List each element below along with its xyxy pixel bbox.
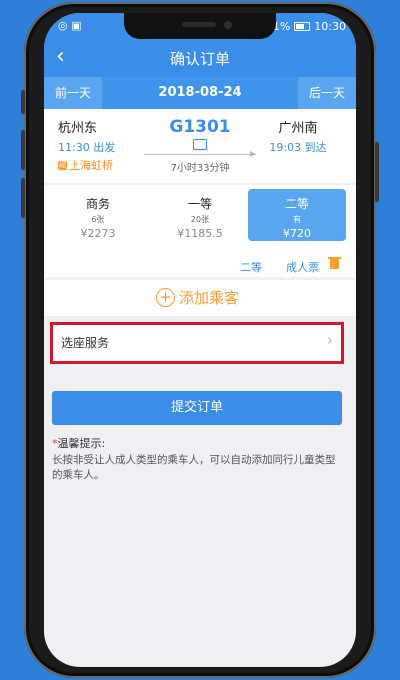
- ticket-icon: [193, 139, 207, 150]
- volume-down-button: [21, 178, 25, 218]
- seat-option-first[interactable]: 一等 20张 ¥1185.5: [152, 189, 248, 241]
- tips-title-text: 温馨提示:: [57, 437, 106, 450]
- seat-option-business[interactable]: 商务 6张 ¥2273: [50, 189, 146, 241]
- arrival-station: 广州南: [278, 121, 318, 136]
- seat-count: 有: [293, 215, 301, 224]
- passenger-row: 二等 成人票: [44, 255, 356, 277]
- volume-up-button: [21, 130, 25, 170]
- seat-option-second[interactable]: 二等 有 ¥720: [248, 189, 346, 241]
- seat-service-row[interactable]: 选座服务 ›: [50, 322, 344, 364]
- plus-circle-icon: +: [156, 288, 175, 307]
- travel-duration: 7小时33分钟: [170, 163, 230, 174]
- tips-title: *温馨提示:: [52, 435, 105, 451]
- speaker-grille: [182, 22, 216, 27]
- app-screen: ◎ ▣ 71% 10:30 ‹ 确认订单 前一天 2018-08-24 后一天 …: [44, 13, 356, 667]
- seat-name: 二等: [284, 197, 309, 211]
- seat-service-label: 选座服务: [61, 336, 110, 350]
- add-passenger-button[interactable]: 添加乘客: [179, 287, 239, 308]
- power-button: [375, 142, 379, 202]
- nav-header: ‹ 确认订单: [44, 39, 356, 77]
- battery-icon: [294, 22, 311, 31]
- passenger-seat-class[interactable]: 二等: [240, 259, 262, 275]
- arrival-time: 19:03 到达: [269, 141, 327, 154]
- mute-switch: [21, 90, 25, 114]
- train-number[interactable]: G1301: [144, 117, 256, 137]
- departure-time: 11:30 出发: [58, 141, 116, 154]
- via-station: 上海虹桥: [69, 159, 113, 172]
- seat-count: 20张: [190, 215, 210, 224]
- passenger-ticket-type[interactable]: 成人票: [286, 259, 319, 275]
- tips-body: 长按非受让人成人类型的乘车人，可以自动添加同行儿童类型的乘车人。: [52, 454, 336, 481]
- seat-price: ¥720: [283, 227, 311, 240]
- via-station-icon: 经: [58, 160, 67, 170]
- submit-order-button[interactable]: 提交订单: [52, 391, 342, 425]
- date-bar: 前一天 2018-08-24 后一天: [44, 77, 356, 109]
- add-passenger-row[interactable]: + 添加乘客: [44, 279, 356, 316]
- route-arrow: [144, 151, 256, 157]
- trash-icon[interactable]: [328, 257, 341, 269]
- departure-station: 杭州东: [58, 121, 98, 136]
- status-indicators: ◎ ▣: [58, 19, 82, 32]
- chevron-right-icon: ›: [327, 331, 333, 349]
- seat-class-selector: 商务 6张 ¥2273 一等 20张 ¥1185.5 二等 有 ¥720: [44, 185, 356, 255]
- train-info-card: 杭州东 11:30 出发 经 上海虹桥 G1301 7小时33分钟 广州南 19…: [44, 109, 356, 183]
- seat-name: 一等: [187, 197, 212, 211]
- seat-name: 商务: [85, 197, 110, 211]
- seat-count: 6张: [91, 215, 105, 224]
- page-title: 确认订单: [169, 50, 230, 68]
- next-day-button[interactable]: 后一天: [297, 77, 356, 109]
- camera-icon: [224, 21, 232, 29]
- seat-price: ¥1185.5: [177, 227, 223, 240]
- phone-notch: [124, 13, 276, 39]
- status-time: 10:30: [314, 20, 346, 33]
- seat-price: ¥2273: [80, 227, 116, 240]
